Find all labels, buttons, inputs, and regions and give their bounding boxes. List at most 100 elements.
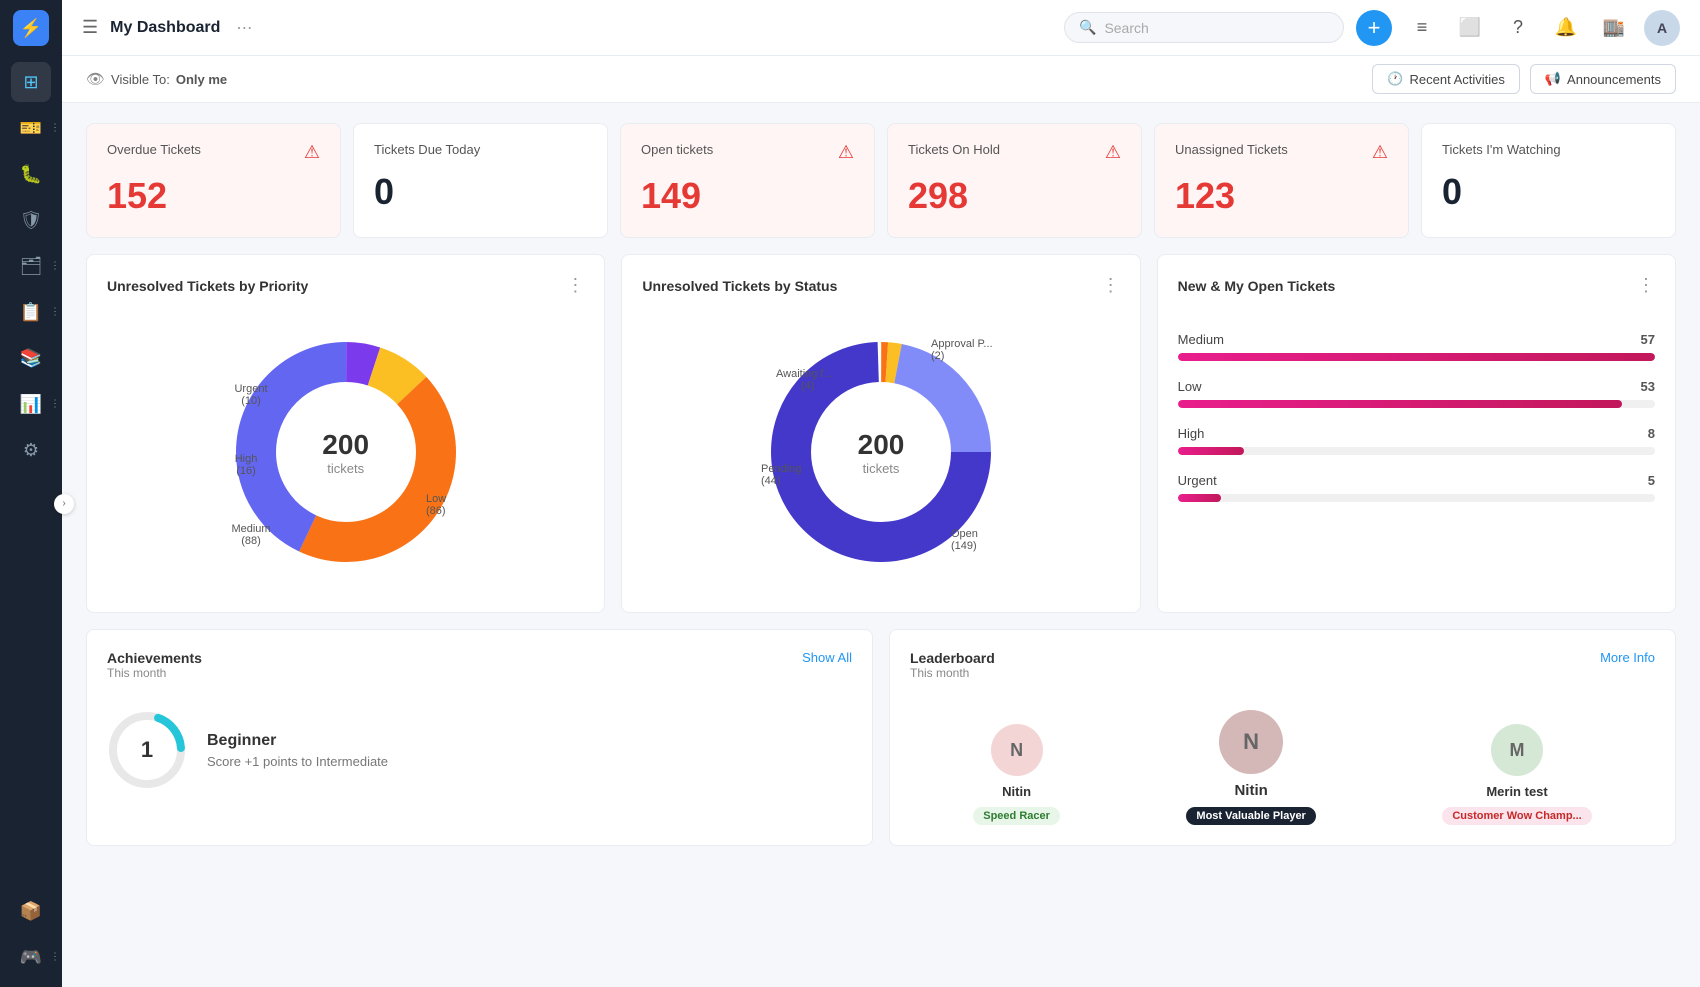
bugs-icon: 🐛 bbox=[20, 164, 42, 185]
content-area: Overdue Tickets ⚠ 152 Tickets Due Today … bbox=[62, 103, 1700, 987]
announcements-icon: 📢 bbox=[1545, 71, 1561, 87]
main-area: ☰ My Dashboard ⋯ 🔍 + ≡ ⬜ ? 🔔 🏬 A 👁 Visib… bbox=[62, 0, 1700, 987]
status-donut-chart: Approval P... (2) Awaiting f... (4) Pend… bbox=[642, 312, 1119, 592]
catalog-submenu-dots[interactable]: ⋮ bbox=[50, 307, 60, 318]
topbar: ☰ My Dashboard ⋯ 🔍 + ≡ ⬜ ? 🔔 🏬 A bbox=[62, 0, 1700, 56]
more-info-link[interactable]: More Info bbox=[1600, 650, 1655, 665]
reports-icon: 📊 bbox=[20, 394, 42, 415]
sidebar-item-tickets-group: 🎫 ⋮ bbox=[0, 108, 62, 148]
assets-icon: 📦 bbox=[20, 901, 42, 922]
add-button[interactable]: + bbox=[1356, 10, 1392, 46]
leaderboard-avatar-2: M bbox=[1491, 724, 1543, 776]
visibility-indicator: 👁 Visible To: Only me bbox=[86, 70, 227, 88]
app-logo[interactable]: ⚡ bbox=[13, 10, 49, 46]
leaderboard-item-1: N Nitin Most Valuable Player bbox=[1186, 710, 1315, 825]
awaiting-label: Awaiting f... bbox=[776, 368, 833, 380]
sidebar-item-dashboard[interactable]: ⊞ bbox=[11, 62, 51, 102]
low-sublabel: (86) bbox=[426, 505, 446, 517]
list-view-button[interactable]: ≡ bbox=[1404, 10, 1440, 46]
shield-icon: 🛡 bbox=[20, 210, 43, 231]
sidebar-item-catalog-group: 📋 ⋮ bbox=[0, 292, 62, 332]
gamification-submenu-dots[interactable]: ⋮ bbox=[50, 952, 60, 963]
achievement-circle: 1 bbox=[107, 710, 187, 790]
recent-activities-button[interactable]: 🕐 Recent Activities bbox=[1372, 64, 1520, 94]
pending-sublabel: (44) bbox=[761, 475, 781, 487]
tickets-icon: 🎫 bbox=[20, 118, 42, 139]
bar-item-high: High 8 bbox=[1178, 426, 1655, 455]
sidebar-item-bugs[interactable]: 🐛 bbox=[11, 154, 51, 194]
urgent-sublabel: (10) bbox=[241, 395, 261, 407]
status-chart-options[interactable]: ⋮ bbox=[1102, 275, 1120, 296]
sidebar-item-knowledge[interactable]: 📚 bbox=[11, 338, 51, 378]
sidebar-item-catalog[interactable]: 📋 bbox=[11, 292, 51, 332]
stat-card-on-hold: Tickets On Hold ⚠ 298 bbox=[887, 123, 1142, 238]
layers-submenu-dots[interactable]: ⋮ bbox=[50, 261, 60, 272]
marketplace-button[interactable]: 🏬 bbox=[1596, 10, 1632, 46]
page-header-actions: 🕐 Recent Activities 📢 Announcements bbox=[1372, 64, 1676, 94]
medium-label: Medium bbox=[231, 523, 270, 535]
open-tickets-widget: New & My Open Tickets ⋮ Medium 57 bbox=[1157, 254, 1676, 613]
tickets-submenu-dots[interactable]: ⋮ bbox=[50, 123, 60, 134]
priority-chart-card: Unresolved Tickets by Priority ⋮ bbox=[86, 254, 605, 613]
watching-value: 0 bbox=[1442, 171, 1655, 213]
search-box[interactable]: 🔍 bbox=[1064, 12, 1344, 43]
sidebar-item-reports[interactable]: 📊 bbox=[11, 384, 51, 424]
overdue-value: 152 bbox=[107, 175, 320, 217]
achievement-info: Beginner Score +1 points to Intermediate bbox=[207, 732, 388, 769]
pending-label: Pending bbox=[761, 463, 801, 475]
reports-submenu-dots[interactable]: ⋮ bbox=[50, 399, 60, 410]
announcements-button[interactable]: 📢 Announcements bbox=[1530, 64, 1676, 94]
layout-button[interactable]: ⬜ bbox=[1452, 10, 1488, 46]
on-hold-alert-icon: ⚠ bbox=[1105, 142, 1121, 163]
menu-icon[interactable]: ☰ bbox=[82, 17, 98, 38]
page-header: 👁 Visible To: Only me 🕐 Recent Activitie… bbox=[62, 56, 1700, 103]
sidebar: ⚡ ⊞ 🎫 ⋮ 🐛 🛡 🗂 ⋮ 📋 ⋮ 📚 📊 ⋮ ⚙ bbox=[0, 0, 62, 987]
eye-icon: 👁 bbox=[86, 70, 105, 88]
sidebar-item-layers[interactable]: 🗂 bbox=[11, 246, 51, 286]
bar-track-medium bbox=[1178, 353, 1655, 361]
due-today-value: 0 bbox=[374, 171, 587, 213]
sidebar-item-assets[interactable]: 📦 bbox=[11, 891, 51, 931]
open-value: 149 bbox=[641, 175, 854, 217]
unassigned-alert-icon: ⚠ bbox=[1372, 142, 1388, 163]
high-label: High bbox=[234, 453, 257, 465]
medium-sublabel: (88) bbox=[241, 535, 261, 547]
gamification-icon: 🎮 bbox=[20, 947, 42, 968]
user-avatar[interactable]: A bbox=[1644, 10, 1680, 46]
low-label: Low bbox=[426, 493, 446, 505]
bar-fill-high bbox=[1178, 447, 1245, 455]
high-sublabel: (16) bbox=[236, 465, 256, 477]
dashboard-icon: ⊞ bbox=[23, 72, 38, 93]
sidebar-item-settings[interactable]: ⚙ bbox=[11, 430, 51, 470]
notifications-button[interactable]: 🔔 bbox=[1548, 10, 1584, 46]
priority-svg: Urgent (10) High (16) Medium (88) Low (8… bbox=[216, 322, 476, 582]
search-input[interactable] bbox=[1104, 20, 1329, 36]
bar-track-high bbox=[1178, 447, 1655, 455]
sidebar-item-gamification[interactable]: 🎮 bbox=[11, 937, 51, 977]
priority-chart-options[interactable]: ⋮ bbox=[566, 275, 584, 296]
stat-card-open: Open tickets ⚠ 149 bbox=[620, 123, 875, 238]
page-options-dots[interactable]: ⋯ bbox=[236, 18, 252, 38]
stat-card-unassigned: Unassigned Tickets ⚠ 123 bbox=[1154, 123, 1409, 238]
achievements-card: Achievements This month Show All 1 B bbox=[86, 629, 873, 846]
stat-cards-row: Overdue Tickets ⚠ 152 Tickets Due Today … bbox=[86, 123, 1676, 238]
priority-donut-chart: Urgent (10) High (16) Medium (88) Low (8… bbox=[107, 312, 584, 592]
open-sublabel: (149) bbox=[951, 540, 977, 552]
catalog-icon: 📋 bbox=[20, 302, 42, 323]
sidebar-item-tickets[interactable]: 🎫 bbox=[11, 108, 51, 148]
layers-icon: 🗂 bbox=[20, 256, 43, 277]
leaderboard-badge-1: Most Valuable Player bbox=[1186, 807, 1315, 825]
sidebar-item-shield[interactable]: 🛡 bbox=[11, 200, 51, 240]
open-tickets-options[interactable]: ⋮ bbox=[1637, 275, 1655, 296]
open-alert-icon: ⚠ bbox=[838, 142, 854, 163]
stat-card-overdue: Overdue Tickets ⚠ 152 bbox=[86, 123, 341, 238]
bar-item-low: Low 53 bbox=[1178, 379, 1655, 408]
achievement-content: 1 Beginner Score +1 points to Intermedia… bbox=[107, 700, 852, 790]
show-all-link[interactable]: Show All bbox=[802, 650, 852, 665]
awaiting-sublabel: (4) bbox=[801, 380, 814, 392]
sidebar-collapse-button[interactable]: › bbox=[54, 494, 74, 514]
sidebar-item-gamification-group: 🎮 ⋮ bbox=[0, 937, 62, 977]
knowledge-icon: 📚 bbox=[20, 348, 42, 369]
urgent-label: Urgent bbox=[234, 383, 267, 395]
help-button[interactable]: ? bbox=[1500, 10, 1536, 46]
